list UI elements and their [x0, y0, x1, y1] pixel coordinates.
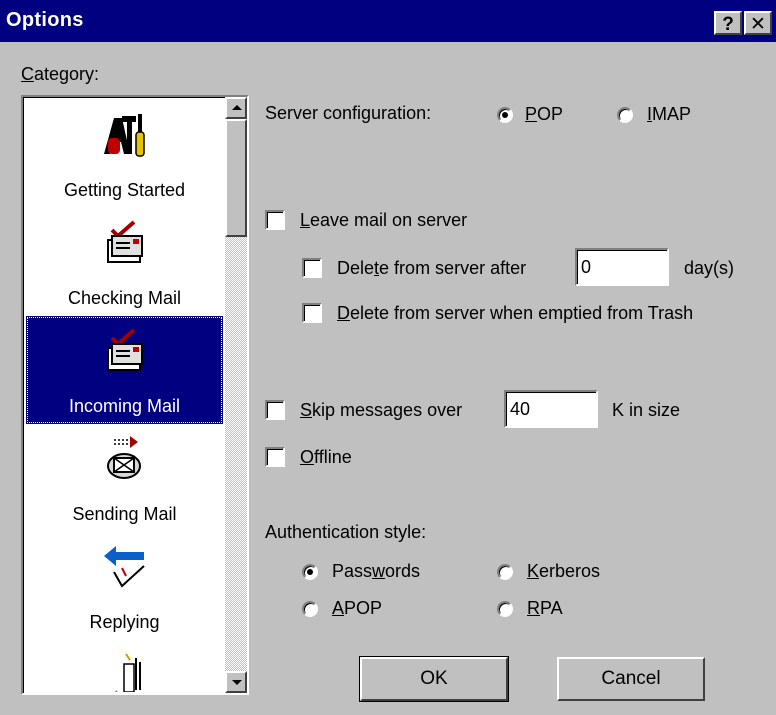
leave-mail-label[interactable]: Leave mail on server: [300, 210, 467, 231]
kerberos-label[interactable]: Kerberos: [527, 561, 600, 582]
passwords-radio[interactable]: [302, 564, 318, 580]
auth-style-label: Authentication style:: [265, 522, 427, 542]
category-label-text: Getting Started: [63, 180, 186, 200]
category-list[interactable]: Getting Started Checking Mail Incoming M…: [21, 95, 249, 695]
skip-messages-checkbox[interactable]: [265, 400, 285, 420]
sending-mail-icon: [106, 436, 141, 479]
apop-radio[interactable]: [302, 601, 318, 617]
checking-mail-icon: [106, 220, 143, 263]
category-sending-mail[interactable]: Sending Mail: [26, 424, 223, 532]
cancel-button[interactable]: Cancel: [557, 657, 705, 701]
pop-label[interactable]: POP: [525, 104, 563, 125]
pop-radio[interactable]: [497, 107, 513, 123]
category-getting-started[interactable]: Getting Started: [26, 100, 223, 208]
tools-icon: [103, 114, 145, 157]
category-label: Category:: [21, 64, 100, 84]
delete-trash-checkbox[interactable]: [302, 303, 322, 323]
category-checking-mail[interactable]: Checking Mail: [26, 208, 223, 316]
leave-mail-checkbox[interactable]: [265, 210, 285, 230]
delete-after-label[interactable]: Delete from server after: [337, 258, 526, 279]
category-replying[interactable]: Replying: [26, 532, 223, 640]
attachments-icon: [114, 653, 141, 692]
delete-trash-label[interactable]: Delete from server when emptied from Tra…: [337, 303, 693, 324]
apop-label[interactable]: APOP: [332, 598, 382, 619]
scroll-thumb[interactable]: [225, 119, 247, 237]
ok-button[interactable]: OK: [359, 656, 509, 702]
delete-after-checkbox[interactable]: [302, 258, 322, 278]
help-button[interactable]: ?: [714, 11, 742, 35]
category-scrollbar[interactable]: [225, 97, 247, 693]
size-unit-label: K in size: [612, 400, 681, 420]
category-label-text: Incoming Mail: [68, 396, 181, 416]
skip-size-input[interactable]: 40: [504, 390, 598, 428]
category-label-text: Checking Mail: [67, 288, 182, 308]
window-title: Options: [6, 9, 84, 31]
scroll-up-arrow-icon[interactable]: [225, 97, 247, 119]
scroll-down-arrow-icon[interactable]: [225, 671, 247, 693]
replying-icon: [103, 546, 145, 588]
kerberos-radio[interactable]: [497, 564, 513, 580]
offline-checkbox[interactable]: [265, 447, 285, 467]
days-unit-label: day(s): [684, 258, 735, 278]
passwords-label[interactable]: Passwords: [332, 561, 420, 582]
incoming-mail-icon: [106, 328, 143, 371]
rpa-label[interactable]: RPA: [527, 598, 563, 619]
category-attachments[interactable]: [26, 640, 223, 692]
imap-radio[interactable]: [617, 107, 633, 123]
category-label-text: Sending Mail: [72, 504, 177, 524]
rpa-radio[interactable]: [497, 601, 513, 617]
skip-messages-label[interactable]: Skip messages over: [300, 400, 462, 421]
category-label-text: Replying: [89, 612, 160, 632]
title-bar: Options ? ✕: [0, 0, 776, 42]
server-config-label: Server configuration:: [265, 103, 432, 123]
close-button[interactable]: ✕: [744, 11, 772, 35]
imap-label[interactable]: IMAP: [647, 104, 691, 125]
delete-days-input[interactable]: 0: [575, 248, 669, 286]
category-incoming-mail[interactable]: Incoming Mail: [26, 316, 223, 424]
offline-label[interactable]: Offline: [300, 447, 352, 468]
